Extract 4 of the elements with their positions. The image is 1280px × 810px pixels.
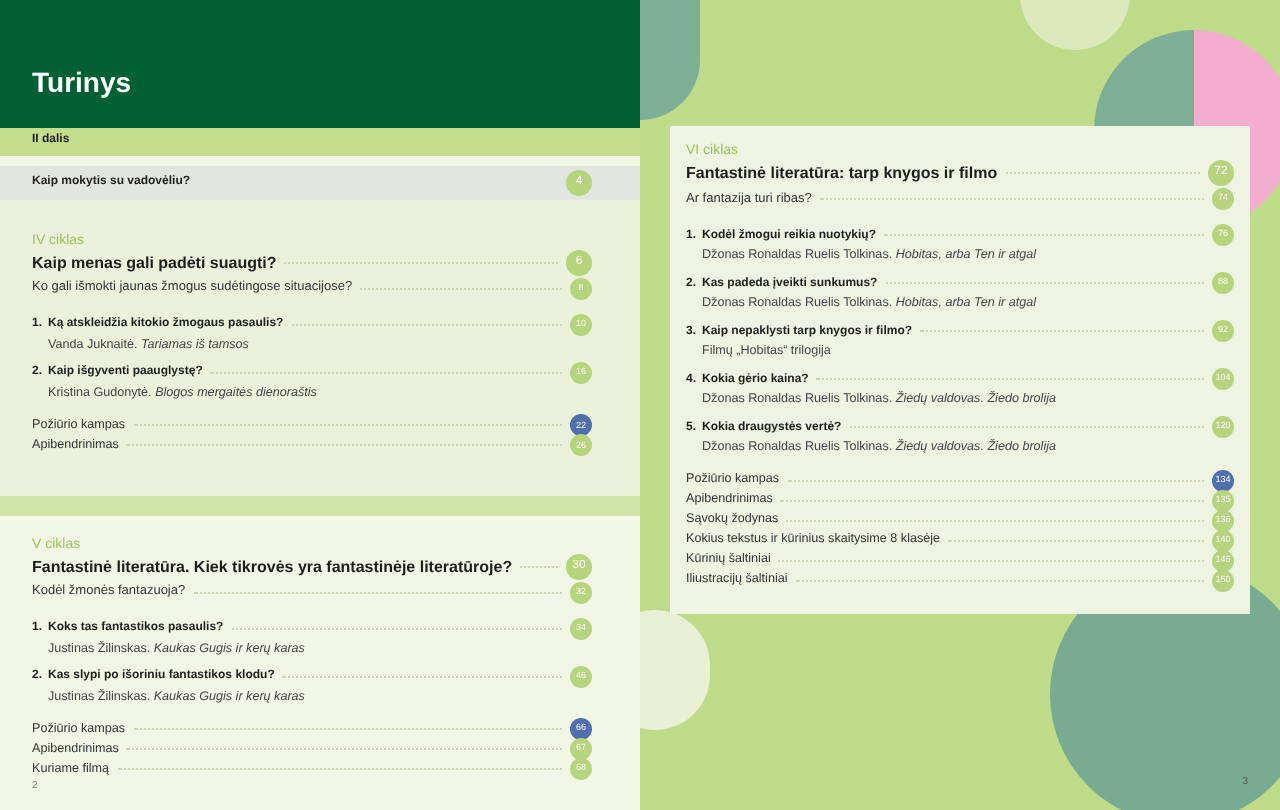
section-title: Kaip menas gali padėti suaugti? (32, 251, 277, 274)
page-title: Turinys (32, 63, 132, 102)
section-title: Fantastinė literatūra: tarp knygos ir filmo (686, 162, 998, 184)
section-title: Fantastinė literatūra. Kiek tikrovės yra fantastinėje literatūroje? (32, 555, 513, 577)
